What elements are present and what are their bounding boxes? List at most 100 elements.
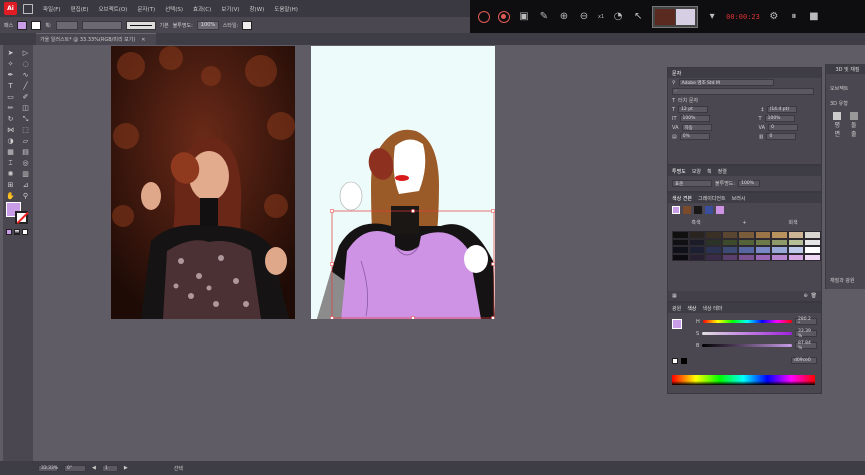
aki-field[interactable]: 0 [766,133,797,140]
graphic-style-swatch[interactable] [242,20,253,30]
swatch-cell[interactable] [688,246,705,254]
tab-3d-materials[interactable]: 3D 및 재질 [835,66,859,73]
swatch-cell[interactable] [705,238,722,246]
tab-character[interactable]: 문자 [672,70,681,77]
mesh-icon[interactable]: ▦ [3,147,18,158]
magic-wand-icon[interactable]: ✧ [3,59,18,70]
tab-color-themes[interactable]: 색상 테마 [702,305,722,312]
reference-photo[interactable] [111,46,295,319]
saturation-slider[interactable] [702,332,792,335]
swatch-cell[interactable] [804,231,821,239]
free-transform-icon[interactable]: ⬚ [18,125,33,136]
font-family-field[interactable]: Adobe 명조 Std M [678,79,774,86]
hex-field[interactable]: d09ce0 [791,357,817,364]
blend-mode-dropdown[interactable]: 표준 [672,180,712,187]
curvature-tool-icon[interactable]: ∿ [18,70,33,81]
menu-type[interactable]: 문자(T) [137,5,155,13]
zoom-field[interactable]: 33.33% [38,464,58,472]
rotation-field[interactable]: 0° [64,464,86,472]
settings-icon[interactable]: ⚙ [768,11,780,23]
fill-swatch[interactable] [17,20,28,30]
cursor-icon[interactable]: ↖ [632,11,644,23]
direct-selection-tool-icon[interactable]: ▷ [18,48,33,59]
swatch-cell[interactable] [721,253,738,261]
swatch-recent-3[interactable] [705,205,713,214]
color-fill-swatch[interactable] [672,319,682,329]
eyedropper-icon[interactable]: ⌶ [3,158,18,169]
menu-window[interactable]: 창(W) [249,5,264,13]
hue-slider[interactable] [702,320,792,323]
stroke-color-box[interactable] [15,211,28,224]
kerning-field[interactable]: 자동 [681,124,712,131]
swatch-cell[interactable] [804,246,821,254]
menu-file[interactable]: 파일(F) [43,5,61,13]
pen-icon[interactable]: ✎ [538,11,550,23]
brush-preview[interactable] [125,20,156,30]
tab-color-guide[interactable]: 광원 [672,305,681,312]
swatch-cell[interactable] [787,246,804,254]
hue-field[interactable]: 280.2 ° [795,317,817,327]
document-tab[interactable]: 가을 일러스트* @ 33.33%(RGB/미리 보기) ✕ [36,33,156,45]
swatch-cell[interactable] [705,246,722,254]
tab-align[interactable]: 정렬 [718,168,727,175]
swatch-recent-2[interactable] [694,205,702,214]
lasso-icon[interactable]: ◌ [18,59,33,70]
horizontal-scale-field[interactable]: 100% [764,115,795,122]
3d-plane-option[interactable]: 평면 [832,112,843,138]
swatch-cell[interactable] [721,231,738,239]
swatch-cell[interactable] [754,238,771,246]
shape-builder-icon[interactable]: ◑ [3,136,18,147]
screenshot-icon[interactable]: ▣ [518,11,530,23]
swatch-cell[interactable] [705,231,722,239]
swatch-recent-1[interactable] [683,205,691,214]
swatch-recent-4[interactable] [716,205,724,214]
tab-swatches[interactable]: 색상 견본 [672,195,692,202]
line-tool-icon[interactable]: ╱ [18,81,33,92]
brightness-field[interactable]: 87.84 % [795,341,817,351]
swatch-cell[interactable] [738,246,755,254]
swatch-cell[interactable] [754,231,771,239]
gradient-icon[interactable]: ▤ [18,147,33,158]
swatch-cell[interactable] [688,231,705,239]
swatch-cell[interactable] [738,238,755,246]
hand-icon[interactable]: ✋ [3,191,18,202]
new-swatch-icon[interactable]: ⊕ [803,293,807,299]
rectangle-tool-icon[interactable]: ▭ [3,92,18,103]
tab-appearance[interactable]: 모양 [692,168,701,175]
webcam-thumbnail[interactable] [652,5,699,28]
zoom-in-icon[interactable]: ⊕ [558,11,570,23]
tsume-field[interactable]: 0% [679,133,710,140]
tab-stroke[interactable]: 획 [707,168,712,175]
pause-icon[interactable]: ⏸ [788,11,800,23]
swatch-cell[interactable] [672,231,689,239]
menu-view[interactable]: 보기(V) [221,5,239,13]
transparency-opacity-field[interactable]: 100% [738,180,761,187]
opacity-field[interactable]: 100% [196,20,219,30]
color-mode-button[interactable] [6,229,12,235]
artboard-icon[interactable]: ⊞ [3,180,18,191]
blend-icon[interactable]: ◎ [18,158,33,169]
record-stop-icon[interactable] [498,10,510,23]
swatch-cell[interactable] [688,238,705,246]
saturation-field[interactable]: 33.39 % [795,329,817,339]
variable-width-dropdown[interactable] [81,20,122,30]
pencil-icon[interactable]: ✏ [3,103,18,114]
close-tab-icon[interactable]: ✕ [141,37,145,43]
swatch-cell[interactable] [738,253,755,261]
swatch-library-icon[interactable]: ▦ [672,293,677,299]
zoom-out-icon[interactable]: ⊖ [578,11,590,23]
3d-extrude-option[interactable]: 돌출 [849,112,860,138]
swatch-cell[interactable] [771,253,788,261]
font-style-field[interactable]: - [672,88,814,95]
swatch-cell[interactable] [672,238,689,246]
stroke-weight-dropdown[interactable] [55,20,78,30]
color-spectrum[interactable] [672,375,815,385]
black-color-icon[interactable] [681,357,687,364]
vertical-scale-field[interactable]: 100% [679,115,710,122]
tab-color[interactable]: 색상 [687,305,696,312]
graph-icon[interactable]: ▥ [18,169,33,180]
tracking-field[interactable]: 0 [768,124,799,131]
swatch-cell[interactable] [738,231,755,239]
brightness-slider[interactable] [702,344,792,347]
fill-stroke-indicator[interactable] [6,202,30,226]
